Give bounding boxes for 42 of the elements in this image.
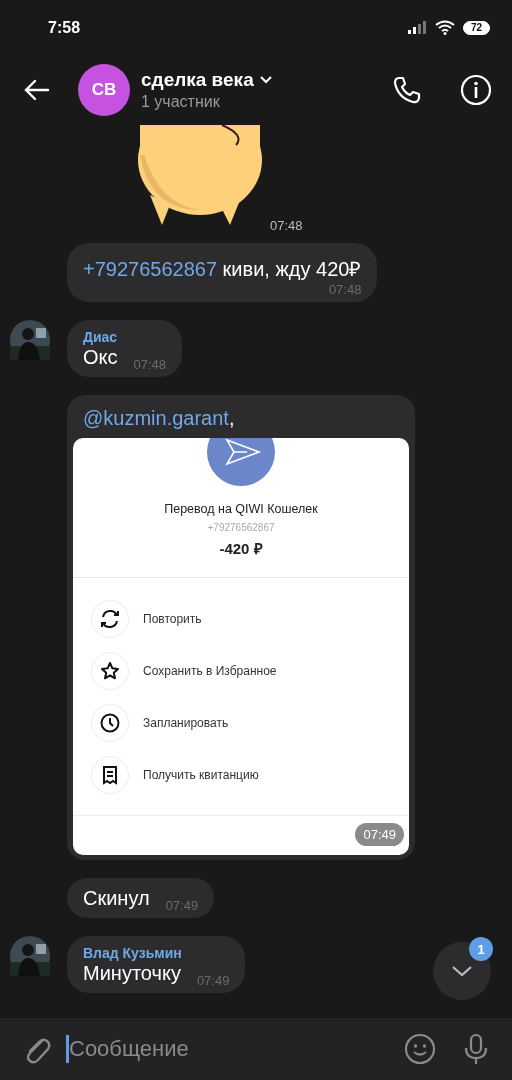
message-text: Скинул xyxy=(83,887,150,910)
message-text: киви, жду 420₽ xyxy=(222,258,362,280)
transfer-amount: -420 ₽ xyxy=(219,539,263,558)
back-arrow-icon[interactable] xyxy=(24,79,50,101)
message-text: , xyxy=(228,407,235,429)
message-time: 07:48 xyxy=(328,282,362,297)
action-label[interactable]: Повторить xyxy=(143,612,202,626)
transfer-title: Перевод на QIWI Кошелек xyxy=(164,502,318,516)
smiley-icon[interactable] xyxy=(404,1033,436,1065)
battery-indicator: 72 xyxy=(462,20,490,35)
composer-bar[interactable]: Сообщение xyxy=(0,1018,512,1080)
chat-title[interactable]: сделка века xyxy=(141,69,254,91)
message-time: 07:48 xyxy=(133,357,167,372)
message-time: 07:48 xyxy=(270,218,303,233)
microphone-icon[interactable] xyxy=(462,1033,490,1065)
refresh-icon[interactable] xyxy=(91,600,129,638)
chat-subtitle: 1 участник xyxy=(141,93,221,111)
action-label[interactable]: Сохранить в Избранное xyxy=(143,664,277,678)
phone-icon[interactable] xyxy=(392,75,422,105)
status-time: 7:58 xyxy=(48,18,81,37)
receipt-icon[interactable] xyxy=(91,756,129,794)
wifi-icon xyxy=(434,20,455,35)
unread-badge: 1 xyxy=(469,937,493,961)
action-label[interactable]: Получить квитанцию xyxy=(143,768,259,782)
message-input[interactable]: Сообщение xyxy=(69,1036,390,1062)
sender-name: Диас xyxy=(83,329,119,345)
clock-icon[interactable] xyxy=(91,704,129,742)
chat-avatar[interactable]: СВ xyxy=(78,64,130,116)
signal-icon xyxy=(406,20,427,35)
message-time: 07:49 xyxy=(355,823,404,846)
chevron-down-icon xyxy=(451,965,473,977)
message-text: Минуточку xyxy=(83,962,181,985)
message-text: Окс xyxy=(83,346,118,369)
chevron-down-icon[interactable] xyxy=(259,76,272,84)
sender-name: Влад Кузьмин xyxy=(83,945,183,961)
message-time: 07:49 xyxy=(196,973,230,988)
transfer-phone: +79276562867 xyxy=(207,522,275,533)
message-time: 07:49 xyxy=(165,898,199,913)
action-label[interactable]: Запланировать xyxy=(143,716,229,730)
mention-link[interactable]: @kuzmin.garant xyxy=(83,407,229,429)
info-icon[interactable] xyxy=(460,74,492,106)
phone-link[interactable]: +79276562867 xyxy=(83,258,218,280)
